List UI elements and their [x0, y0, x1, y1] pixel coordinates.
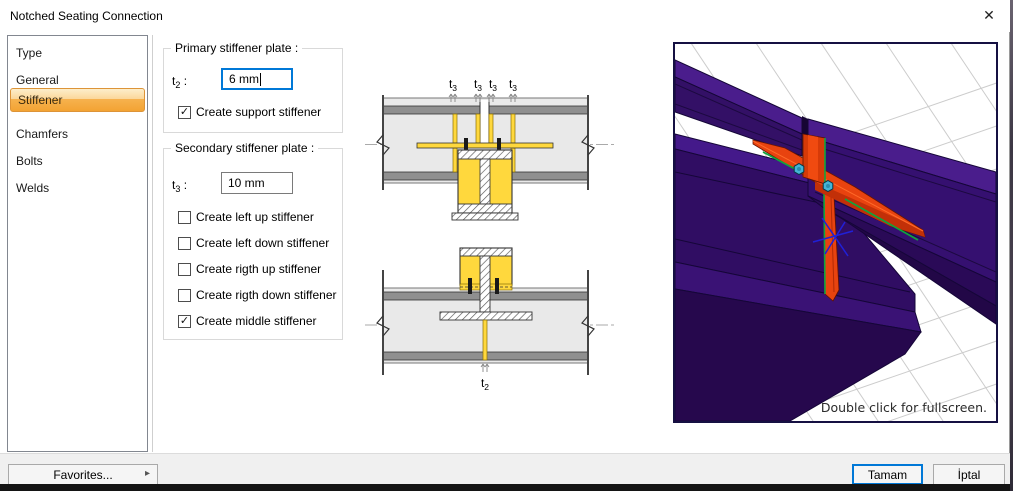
checkbox-box[interactable] — [178, 262, 191, 276]
checkbox-box[interactable]: ✓ — [178, 105, 191, 119]
stiffener-vertical-plate — [802, 133, 826, 185]
notched-seating-connection-dialog: Notched Seating Connection ✕ Type Genera… — [0, 0, 1013, 491]
secondary-beam-section — [451, 149, 519, 221]
checkbox-box[interactable]: ✓ — [178, 314, 191, 328]
svg-text:t3: t3 — [474, 77, 482, 93]
sidebar-item-welds[interactable]: Welds — [9, 177, 146, 199]
primary-stiffener-strip — [482, 319, 488, 361]
favorites-label: Favorites... — [53, 467, 113, 482]
footer-bar: Favorites... ▸ Tamam İptal — [0, 453, 1010, 485]
checkbox-label: Create support stiffener — [196, 105, 322, 119]
sidebar-item-stiffener[interactable]: Stiffener — [10, 88, 145, 112]
close-icon[interactable]: ✕ — [974, 3, 1004, 29]
checkbox-create-middle-stiffener[interactable]: ✓ Create middle stiffener — [178, 314, 317, 328]
svg-text:t2: t2 — [481, 376, 489, 392]
stiffener-diagram: t3 t3 t3 t3 t2 — [365, 77, 615, 392]
titlebar: Notched Seating Connection ✕ — [0, 0, 1010, 32]
svg-text:t3: t3 — [449, 77, 457, 93]
favorites-button[interactable]: Favorites... ▸ — [8, 464, 158, 485]
primary-group-title: Primary stiffener plate : — [171, 41, 303, 55]
text-caret — [260, 72, 261, 86]
cancel-button[interactable]: İptal — [933, 464, 1005, 485]
dialog-stage: Notched Seating Connection ✕ Type Genera… — [0, 0, 1013, 491]
preview-3d-viewport[interactable]: Double click for fullscreen. — [424, 33, 1013, 491]
checkbox-box[interactable] — [178, 288, 191, 302]
bolt-mark — [497, 138, 501, 151]
checkbox-box[interactable] — [178, 210, 191, 224]
checkbox-create-left-down-stiffener[interactable]: Create left down stiffener — [178, 236, 329, 250]
preview-3d-scene: Double click for fullscreen. — [424, 33, 1013, 491]
ok-button[interactable]: Tamam — [852, 464, 923, 485]
t2-input[interactable]: 6 mm — [221, 68, 293, 90]
check-icon: ✓ — [179, 314, 190, 327]
lower-section-view: t2 — [365, 247, 615, 392]
checkbox-create-rigth-up-stiffener[interactable]: Create rigth up stiffener — [178, 262, 321, 276]
chevron-right-icon: ▸ — [144, 468, 150, 479]
bolt-icon — [822, 179, 834, 193]
seat-plate — [416, 142, 554, 149]
checkbox-create-support-stiffener[interactable]: ✓ Create support stiffener — [178, 105, 321, 119]
svg-text:t3: t3 — [509, 77, 517, 93]
t3-input[interactable]: 10 mm — [221, 172, 293, 194]
bolt-icon — [793, 162, 805, 176]
bolt-mark — [468, 278, 472, 294]
background-app-bottom — [0, 484, 1010, 491]
checkbox-label: Create rigth up stiffener — [196, 262, 322, 276]
primary-stiffener-group: Primary stiffener plate : t2 : 6 mm ✓ Cr… — [163, 41, 343, 133]
sidebar-item-chamfers[interactable]: Chamfers — [9, 123, 146, 145]
svg-text:t3: t3 — [489, 77, 497, 93]
upper-section-view: t3 t3 t3 t3 — [365, 77, 615, 221]
checkbox-create-left-up-stiffener[interactable]: Create left up stiffener — [178, 210, 314, 224]
t3-label: t3 : — [172, 178, 188, 194]
checkbox-box[interactable] — [178, 236, 191, 250]
t2-label: t2 : — [172, 74, 188, 90]
bolt-mark — [495, 278, 499, 294]
sidebar: Type General Stiffener Chamfers Bolts We… — [7, 35, 148, 452]
secondary-group-title: Secondary stiffener plate : — [171, 141, 319, 155]
sidebar-item-type[interactable]: Type — [9, 42, 146, 64]
check-icon: ✓ — [179, 105, 190, 118]
t2-dimension-label: t2 — [480, 363, 490, 392]
checkbox-label: Create left up stiffener — [196, 210, 314, 224]
checkbox-label: Create middle stiffener — [196, 314, 317, 328]
bolt-mark — [464, 138, 468, 151]
panel-divider — [152, 35, 153, 452]
sidebar-item-bolts[interactable]: Bolts — [9, 150, 146, 172]
secondary-stiffener-group: Secondary stiffener plate : t3 : 10 mm C… — [163, 141, 343, 340]
dialog-title: Notched Seating Connection — [10, 9, 163, 23]
checkbox-create-rigth-down-stiffener[interactable]: Create rigth down stiffener — [178, 288, 337, 302]
fullscreen-hint: Double click for fullscreen. — [821, 400, 987, 415]
checkbox-label: Create rigth down stiffener — [196, 288, 337, 302]
checkbox-label: Create left down stiffener — [196, 236, 330, 250]
